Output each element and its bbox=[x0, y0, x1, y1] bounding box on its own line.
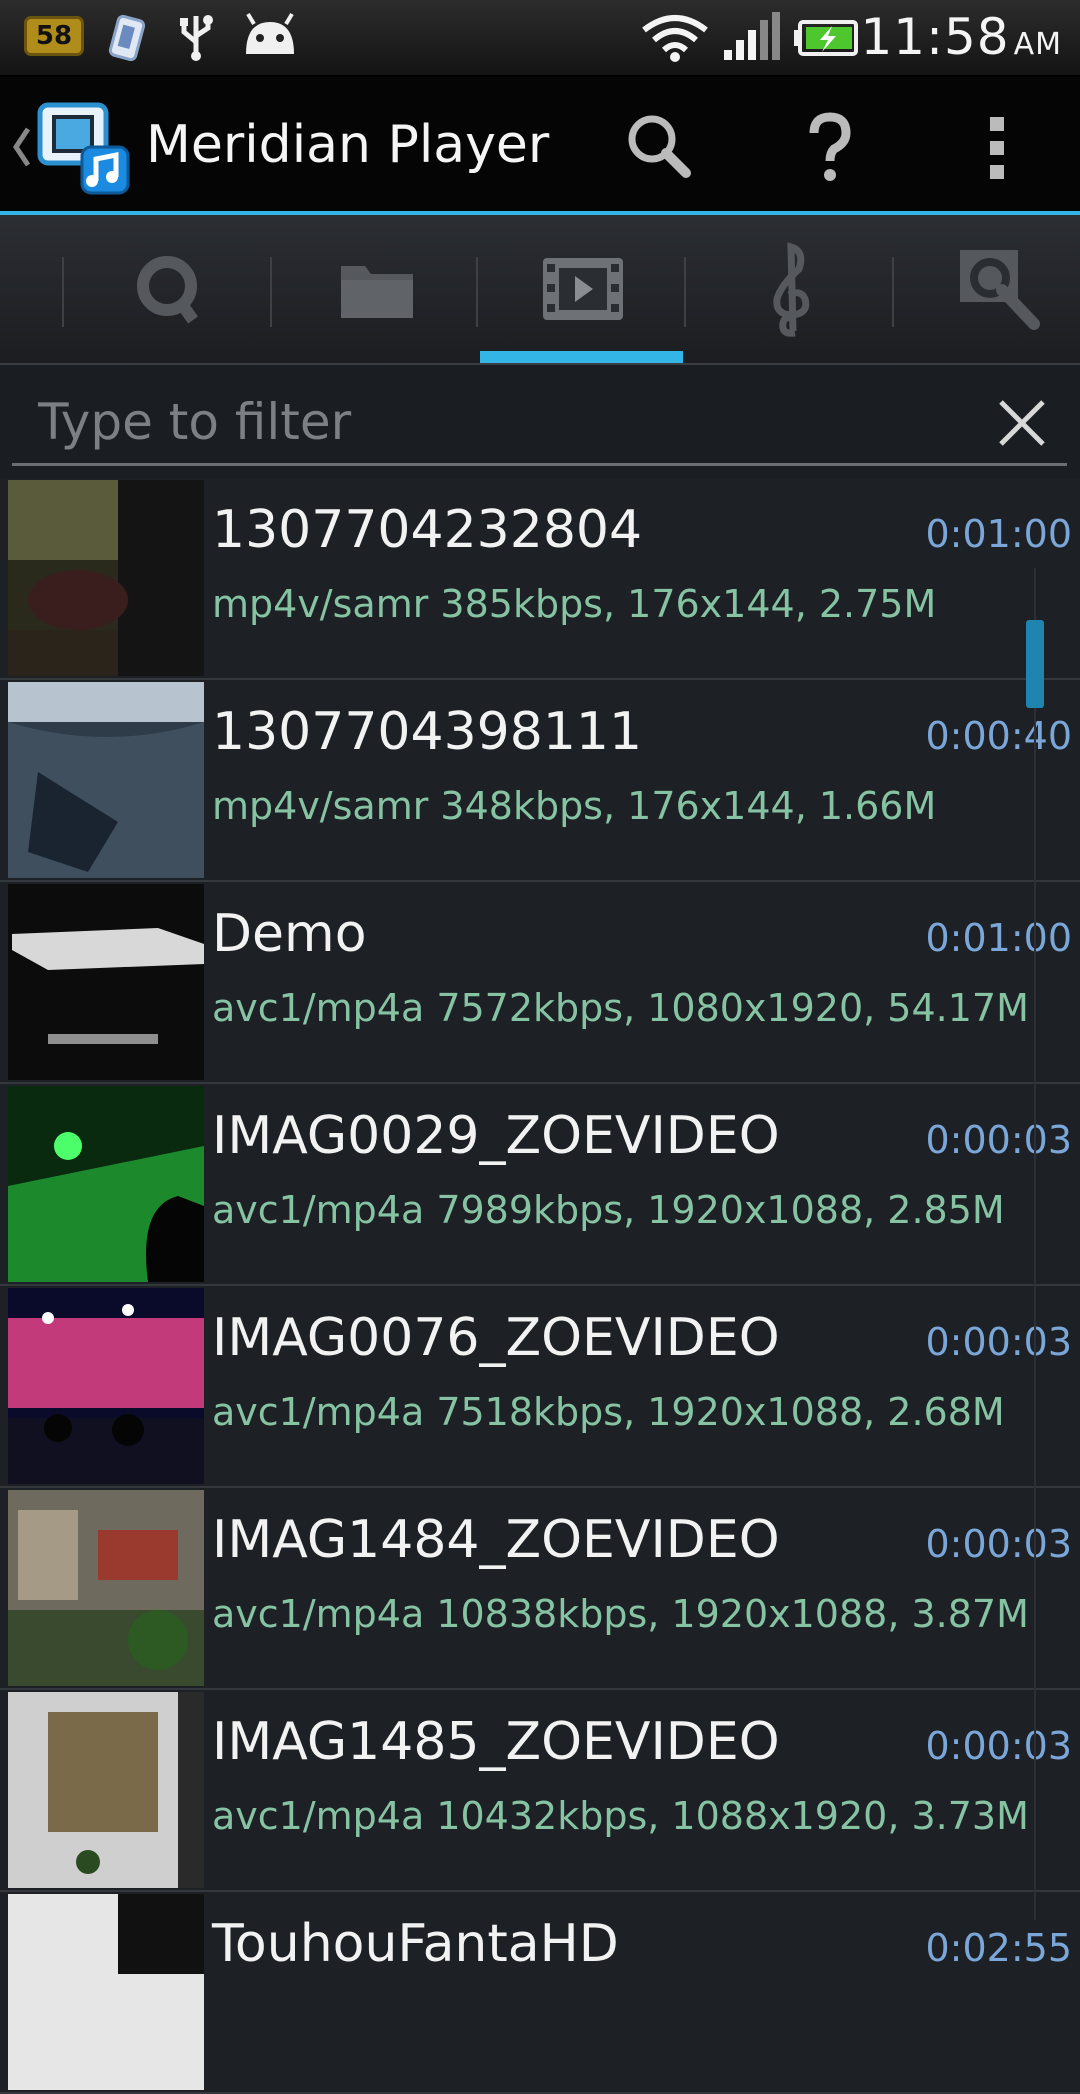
video-thumbnail bbox=[8, 1894, 204, 2090]
tab-queue[interactable] bbox=[66, 215, 272, 363]
video-list: 1307704232804 mp4v/samr 385kbps, 176x144… bbox=[0, 478, 1080, 2094]
video-info: avc1/mp4a 7572kbps, 1080x1920, 54.17M bbox=[212, 986, 1029, 1030]
tab-videos[interactable] bbox=[480, 215, 686, 363]
clock: 11:58 AM bbox=[860, 8, 1062, 66]
video-info: avc1/mp4a 10838kbps, 1920x1088, 3.87M bbox=[212, 1592, 1029, 1636]
video-title: IMAG1484_ZOEVIDEO bbox=[212, 1510, 780, 1570]
video-info: avc1/mp4a 10432kbps, 1088x1920, 3.73M bbox=[212, 1794, 1029, 1838]
video-title: 1307704398111 bbox=[212, 702, 643, 762]
tab-folders[interactable] bbox=[274, 215, 480, 363]
phone-icon bbox=[108, 14, 146, 62]
video-title: 1307704232804 bbox=[212, 500, 643, 560]
video-duration: 0:01:00 bbox=[925, 512, 1073, 556]
list-item[interactable]: 1307704232804 mp4v/samr 385kbps, 176x144… bbox=[0, 478, 1080, 680]
overflow-menu-icon[interactable] bbox=[952, 103, 1042, 193]
treble-clef-icon bbox=[773, 242, 810, 337]
tab-divider bbox=[892, 257, 894, 327]
battery-charging-icon bbox=[794, 20, 858, 56]
video-info: mp4v/samr 348kbps, 176x144, 1.66M bbox=[212, 784, 937, 828]
video-duration: 0:02:55 bbox=[925, 1926, 1073, 1970]
list-item[interactable]: 1307704398111 mp4v/samr 348kbps, 176x144… bbox=[0, 680, 1080, 882]
tab-divider bbox=[684, 257, 686, 327]
folder-icon bbox=[341, 266, 413, 318]
scroll-track bbox=[1034, 568, 1036, 1920]
tab-music[interactable] bbox=[688, 215, 894, 363]
app-title: Meridian Player bbox=[146, 115, 550, 175]
action-bar: Meridian Player bbox=[0, 77, 1080, 215]
signal-icon bbox=[724, 12, 780, 60]
scrollbar-thumb[interactable] bbox=[1026, 620, 1044, 708]
clear-filter-icon[interactable] bbox=[987, 388, 1057, 458]
video-duration: 0:00:03 bbox=[925, 1724, 1073, 1768]
up-navigation-icon[interactable] bbox=[10, 125, 32, 169]
tab-divider bbox=[476, 257, 478, 327]
notification-badge: 58 bbox=[24, 16, 84, 56]
video-title: TouhouFantaHD bbox=[212, 1914, 619, 1974]
video-thumbnail bbox=[8, 682, 204, 878]
list-item[interactable]: IMAG0076_ZOEVIDEO avc1/mp4a 7518kbps, 19… bbox=[0, 1286, 1080, 1488]
search-icon[interactable] bbox=[614, 103, 704, 193]
selected-tab-indicator bbox=[480, 351, 683, 363]
video-title: IMAG1485_ZOEVIDEO bbox=[212, 1712, 780, 1772]
list-item[interactable]: IMAG0029_ZOEVIDEO avc1/mp4a 7989kbps, 19… bbox=[0, 1084, 1080, 1286]
usb-icon bbox=[180, 15, 213, 61]
video-thumbnail bbox=[8, 1490, 204, 1686]
video-duration: 0:00:03 bbox=[925, 1118, 1073, 1162]
video-thumbnail bbox=[8, 480, 204, 676]
status-bar: 58 11:58 AM bbox=[0, 0, 1080, 77]
wifi-icon bbox=[642, 15, 708, 62]
list-item[interactable]: IMAG1485_ZOEVIDEO avc1/mp4a 10432kbps, 1… bbox=[0, 1690, 1080, 1892]
video-info: mp4v/samr 385kbps, 176x144, 2.75M bbox=[212, 582, 937, 626]
video-thumbnail bbox=[8, 884, 204, 1080]
video-thumbnail bbox=[8, 1288, 204, 1484]
search-tab-icon bbox=[960, 250, 1040, 330]
video-thumbnail bbox=[8, 1086, 204, 1282]
help-icon[interactable] bbox=[784, 103, 874, 193]
filter-bar bbox=[12, 378, 1067, 466]
queue-icon bbox=[137, 256, 198, 324]
tab-bar bbox=[0, 215, 1080, 365]
video-title: Demo bbox=[212, 904, 367, 964]
video-duration: 0:00:03 bbox=[925, 1522, 1073, 1566]
video-duration: 0:00:03 bbox=[925, 1320, 1073, 1364]
list-item[interactable]: IMAG1484_ZOEVIDEO avc1/mp4a 10838kbps, 1… bbox=[0, 1488, 1080, 1690]
video-title: IMAG0029_ZOEVIDEO bbox=[212, 1106, 780, 1166]
list-item[interactable]: Demo avc1/mp4a 7572kbps, 1080x1920, 54.1… bbox=[0, 882, 1080, 1084]
video-info: avc1/mp4a 7989kbps, 1920x1088, 2.85M bbox=[212, 1188, 1005, 1232]
android-debug-icon bbox=[246, 12, 294, 54]
list-item[interactable]: TouhouFantaHD 0:02:55 bbox=[0, 1892, 1080, 2094]
tab-divider bbox=[270, 257, 272, 327]
video-duration: 0:00:40 bbox=[925, 714, 1073, 758]
video-info: avc1/mp4a 7518kbps, 1920x1088, 2.68M bbox=[212, 1390, 1005, 1434]
video-duration: 0:01:00 bbox=[925, 916, 1073, 960]
tab-divider bbox=[62, 257, 64, 327]
film-icon bbox=[543, 258, 623, 320]
video-title: IMAG0076_ZOEVIDEO bbox=[212, 1308, 780, 1368]
tab-search[interactable] bbox=[896, 215, 1080, 363]
app-logo-icon[interactable] bbox=[34, 99, 134, 199]
video-thumbnail bbox=[8, 1692, 204, 1888]
filter-input[interactable] bbox=[36, 388, 940, 456]
